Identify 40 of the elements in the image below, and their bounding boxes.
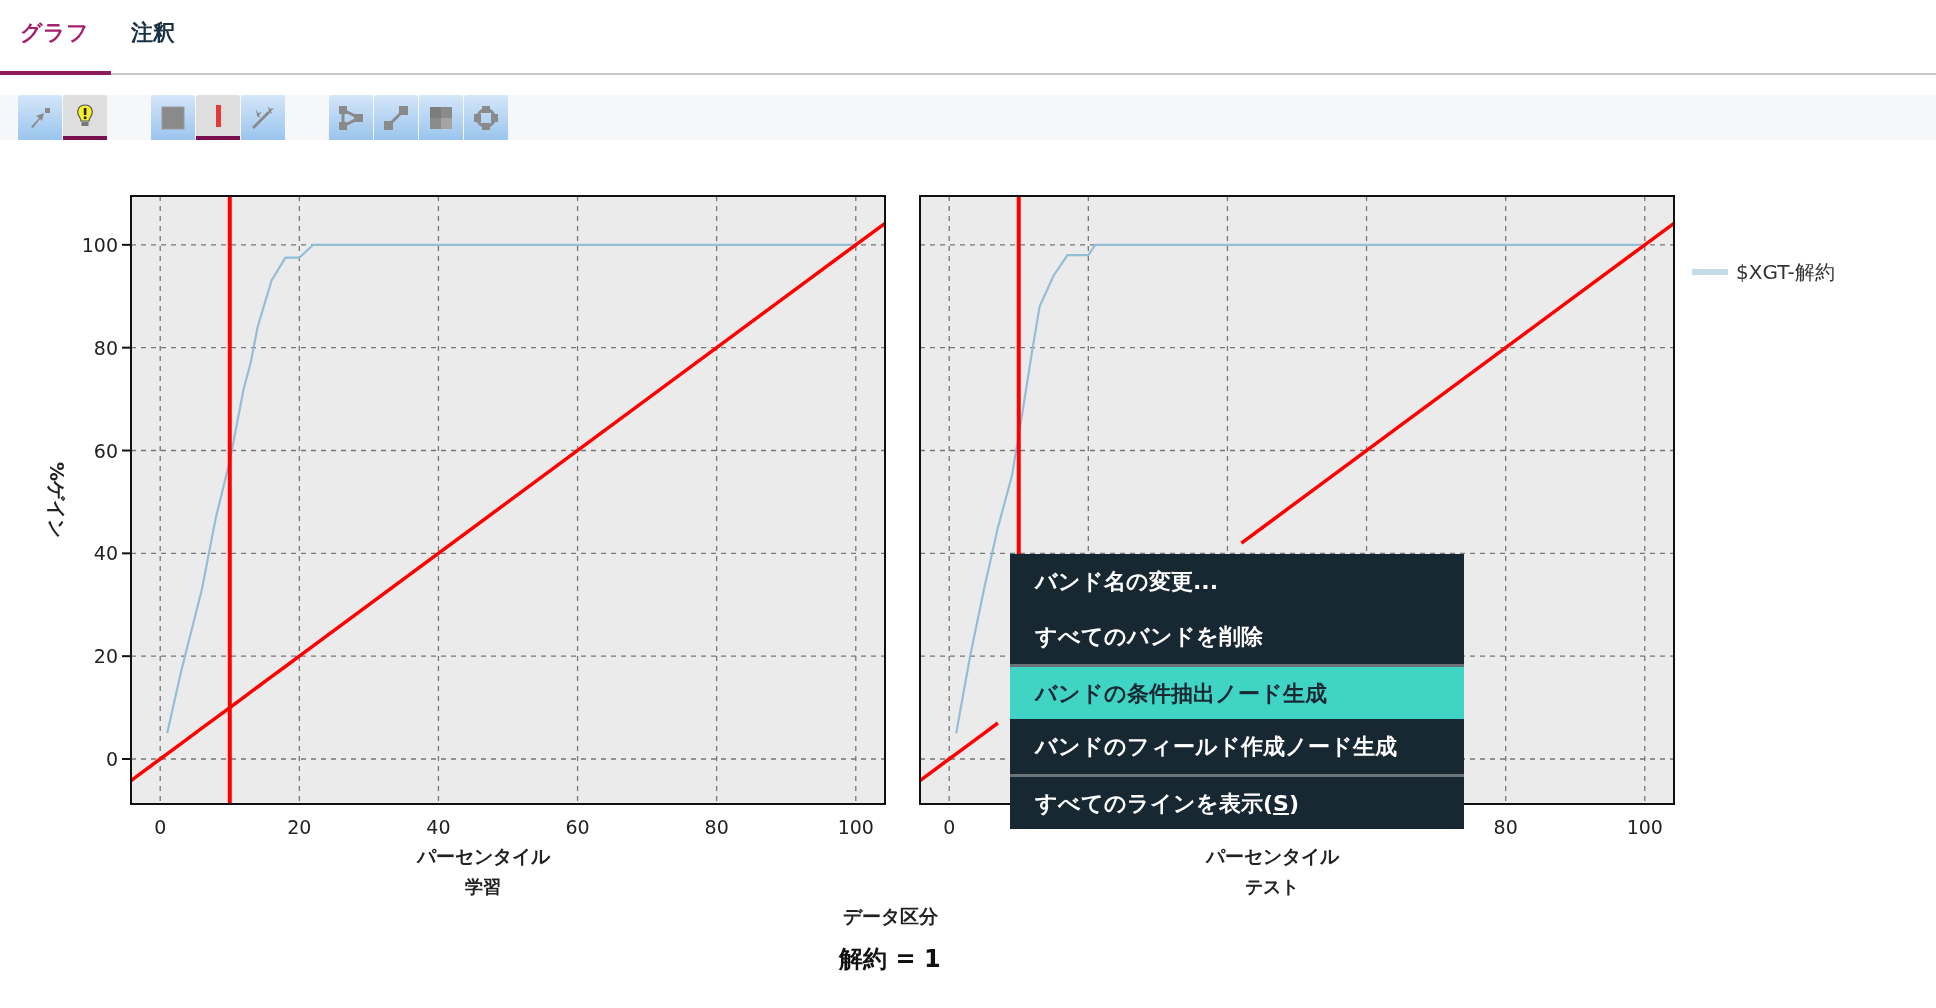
tick-label: 60 <box>93 439 118 462</box>
ring-icon <box>473 104 499 131</box>
axis-title: %ゲイン <box>46 462 68 538</box>
tick-label: 0 <box>154 816 167 838</box>
tool-button[interactable] <box>63 95 107 140</box>
tick-label: 100 <box>81 233 118 256</box>
tick-label: 80 <box>93 336 118 359</box>
panel-label: 学習 <box>465 876 501 897</box>
bar-icon <box>215 104 221 127</box>
nodes-icon <box>338 104 364 131</box>
menu-item[interactable]: バンドの条件抽出ノード生成 <box>1010 664 1464 719</box>
axis-title: パーセンタイル <box>416 845 550 867</box>
panel-label: テスト <box>1245 876 1299 897</box>
tick-label: 80 <box>704 816 729 838</box>
tick-label: 20 <box>287 816 312 838</box>
tick-label: 40 <box>426 816 451 838</box>
tick-label: 20 <box>93 645 118 668</box>
square-icon <box>160 104 186 131</box>
tick-label: 60 <box>565 816 590 838</box>
tick-label: 100 <box>837 816 874 838</box>
axis-title: データ区分 <box>842 904 938 929</box>
tick-label: 100 <box>1626 816 1663 838</box>
menu-item[interactable]: すべてのラインを表示(S) <box>1010 774 1464 829</box>
menu-item[interactable]: バンド名の変更... <box>1010 554 1464 609</box>
chart-subtitle: 解約 = 1 <box>839 943 941 975</box>
tick-label: 40 <box>93 542 118 565</box>
tick-label: 0 <box>105 748 118 770</box>
tab[interactable]: グラフ <box>0 16 111 75</box>
wand-icon <box>250 104 276 131</box>
tool-button[interactable] <box>196 95 240 140</box>
tab[interactable]: 注釈 <box>111 16 197 75</box>
legend-label: $XGT-解約 <box>1736 259 1835 286</box>
grid-icon <box>428 104 454 131</box>
tick-label: 80 <box>1493 816 1518 838</box>
connector-icon <box>383 104 409 131</box>
axis-title: パーセンタイル <box>1205 845 1339 867</box>
menu-item[interactable]: すべてのバンドを削除 <box>1010 609 1464 664</box>
menu-item[interactable]: バンドのフィールド作成ノード生成 <box>1010 719 1464 774</box>
legend-swatch <box>1692 269 1728 275</box>
tick-label: 0 <box>943 816 956 838</box>
